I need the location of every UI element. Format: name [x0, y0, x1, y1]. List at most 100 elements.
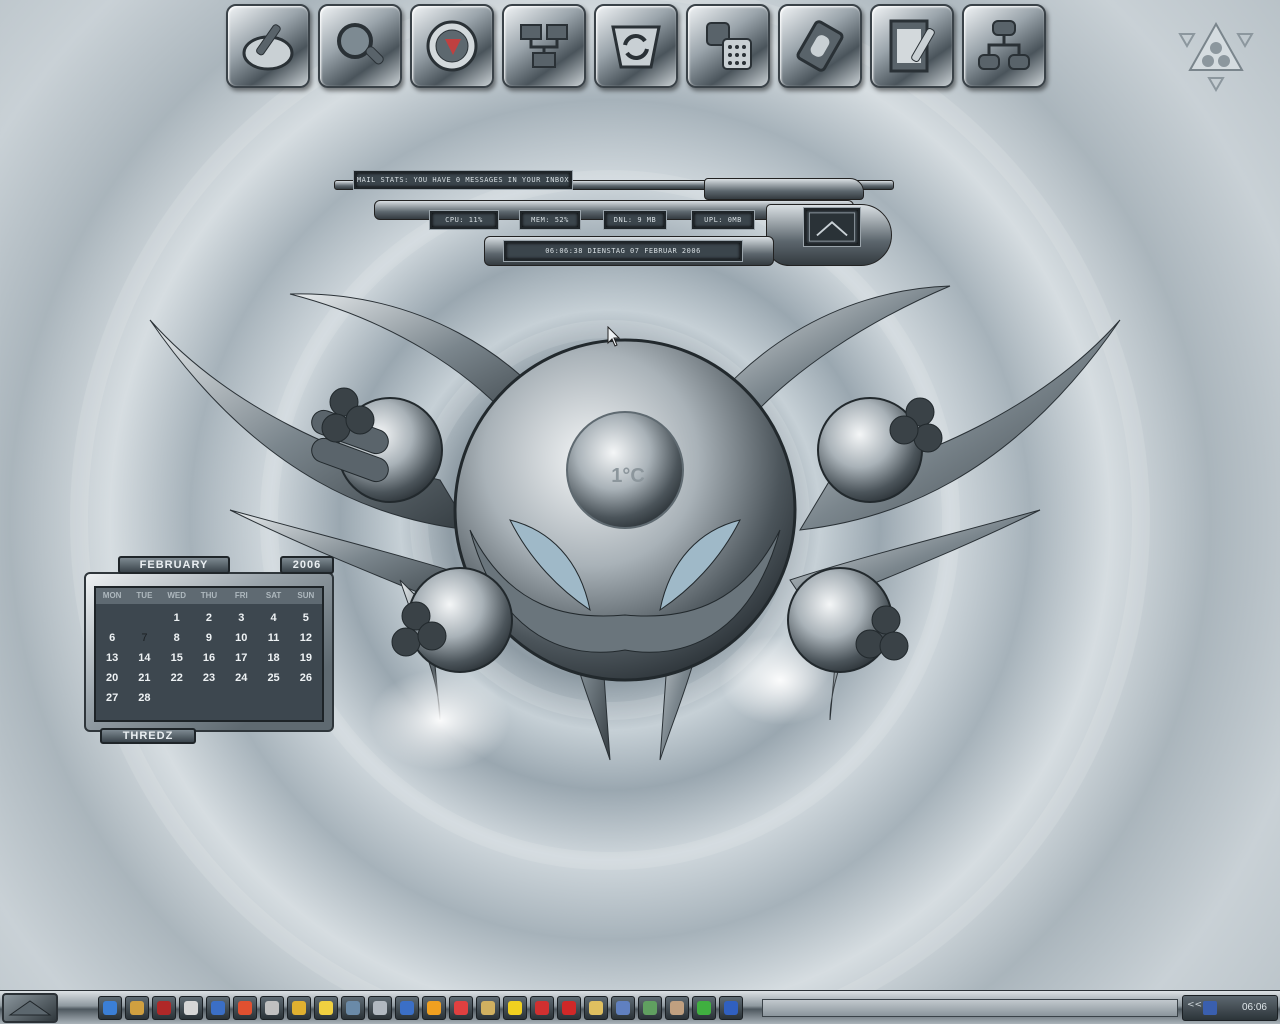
calendar-day[interactable]: 25 [257, 668, 289, 688]
smiley-icon[interactable] [422, 996, 446, 1020]
gear-icon[interactable] [125, 996, 149, 1020]
calendar-day[interactable]: 6 [96, 628, 128, 648]
banana-icon[interactable] [314, 996, 338, 1020]
calendar-day [128, 608, 160, 628]
calendar-day[interactable]: 8 [161, 628, 193, 648]
monitor-screen-icon [804, 208, 860, 246]
calendar-day[interactable]: 20 [96, 668, 128, 688]
ie-icon[interactable] [98, 996, 122, 1020]
calendar-grid: MON TUE WED THU FRI SAT SUN 1 2 3 4 5 6 7 8 9 10 11 12 13 1… [94, 586, 324, 722]
face-icon[interactable] [449, 996, 473, 1020]
tray-expand-icon[interactable]: << [1187, 1000, 1202, 1010]
calendar-day [290, 688, 322, 708]
network-tree-icon[interactable] [962, 4, 1046, 88]
cpu-display: CPU: 11% [430, 211, 498, 229]
calendar-day[interactable]: 22 [161, 668, 193, 688]
box-icon[interactable] [368, 996, 392, 1020]
mouse-cursor-icon [607, 326, 621, 347]
book-icon[interactable] [719, 996, 743, 1020]
bucket-icon[interactable] [260, 996, 284, 1020]
system-stats-panel: MAIL STATS: YOU HAVE 0 MESSAGES IN YOUR … [334, 170, 900, 268]
calendar-day-today[interactable]: 7 [128, 628, 160, 648]
cd-icon[interactable] [179, 996, 203, 1020]
calendar-day [96, 608, 128, 628]
paint-palette-icon[interactable] [226, 4, 310, 88]
calendar-day[interactable]: 21 [128, 668, 160, 688]
weekday-label: TUE [136, 591, 153, 600]
weekday-label: MON [102, 591, 122, 600]
calendar-day[interactable]: 4 [257, 608, 289, 628]
network-icon[interactable] [341, 996, 365, 1020]
machine-icon[interactable] [665, 996, 689, 1020]
calendar-day[interactable]: 3 [225, 608, 257, 628]
calendar-day[interactable]: 23 [193, 668, 225, 688]
calendar-day[interactable]: 11 [257, 628, 289, 648]
pencil-icon[interactable] [287, 996, 311, 1020]
calendar-day[interactable]: 28 [128, 688, 160, 708]
calendar-days: 1 2 3 4 5 6 7 8 9 10 11 12 13 14 15 16 17 18 19 20 21 22 23 24 2… [96, 604, 322, 708]
calendar-day[interactable]: 24 [225, 668, 257, 688]
calendar-day[interactable]: 18 [257, 648, 289, 668]
calendar-day[interactable]: 17 [225, 648, 257, 668]
calendar-day[interactable]: 14 [128, 648, 160, 668]
paint-icon[interactable] [233, 996, 257, 1020]
document-edit-icon[interactable] [870, 4, 954, 88]
player-icon[interactable] [206, 996, 230, 1020]
display-icon[interactable] [638, 996, 662, 1020]
scissors-icon[interactable] [395, 996, 419, 1020]
calendar-day [161, 688, 193, 708]
star-icon[interactable] [503, 996, 527, 1020]
start-button[interactable] [2, 993, 58, 1023]
calendar-day[interactable]: 9 [193, 628, 225, 648]
globe-network-icon[interactable] [410, 4, 494, 88]
weekday-label: FRI [234, 591, 248, 600]
taskbar-clock[interactable]: 06:06 [1242, 1002, 1267, 1013]
calendar-day[interactable]: 12 [290, 628, 322, 648]
tray-app-icon[interactable] [1203, 1001, 1217, 1015]
weekday-label: THU [200, 591, 218, 600]
calendar-day [225, 688, 257, 708]
calendar-day [257, 688, 289, 708]
calendar-day[interactable]: 10 [225, 628, 257, 648]
calendar-month: FEBRUARY [118, 556, 230, 574]
taskbar: << 06:06 [0, 990, 1280, 1024]
calendar-day[interactable]: 13 [96, 648, 128, 668]
calendar-footer-label: THREDZ [100, 728, 196, 744]
phone-modem-icon[interactable] [686, 4, 770, 88]
weekday-label: SUN [297, 591, 315, 600]
taskbar-window-area[interactable] [762, 999, 1178, 1017]
network-computers-icon[interactable] [502, 4, 586, 88]
top-icon-dock [226, 4, 1056, 92]
alien-icon[interactable] [692, 996, 716, 1020]
strawberry-icon[interactable] [557, 996, 581, 1020]
media-icon[interactable] [152, 996, 176, 1020]
download-display: DNL: 9 MB [604, 211, 666, 229]
quick-launch-bar [98, 996, 743, 1020]
calendar-day[interactable]: 5 [290, 608, 322, 628]
calendar-day[interactable]: 19 [290, 648, 322, 668]
hand-icon[interactable] [584, 996, 608, 1020]
text-icon[interactable] [530, 996, 554, 1020]
temperature-readout: 1°C [611, 465, 645, 487]
weekday-label: WED [167, 591, 187, 600]
hardware-chip-icon[interactable] [778, 4, 862, 88]
sync-arrows-icon[interactable] [594, 4, 678, 88]
calendar-day[interactable]: 16 [193, 648, 225, 668]
calendar-day [193, 688, 225, 708]
calendar-year: 2006 [280, 556, 334, 574]
grid-icon[interactable] [611, 996, 635, 1020]
magnifier-search-icon[interactable] [318, 4, 402, 88]
upload-display: UPL: 0MB [692, 211, 754, 229]
system-tray: << 06:06 [1182, 995, 1278, 1021]
calendar-day[interactable]: 2 [193, 608, 225, 628]
recycle-bin-icon[interactable] [1178, 18, 1254, 94]
datetime-display: 06:06:38 DIENSTAG 07 FEBRUAR 2006 [504, 241, 742, 261]
calendar-day[interactable]: 26 [290, 668, 322, 688]
calendar-day[interactable]: 1 [161, 608, 193, 628]
calendar-day[interactable]: 27 [96, 688, 128, 708]
memory-display: MEM: 52% [520, 211, 580, 229]
calendar-widget: FEBRUARY 2006 MON TUE WED THU FRI SAT SUN 1234… [82, 556, 340, 744]
calendar-day[interactable]: 15 [161, 648, 193, 668]
rocket-icon[interactable] [476, 996, 500, 1020]
calendar-weekday-header: MON TUE WED THU FRI SAT SUN [96, 588, 322, 604]
